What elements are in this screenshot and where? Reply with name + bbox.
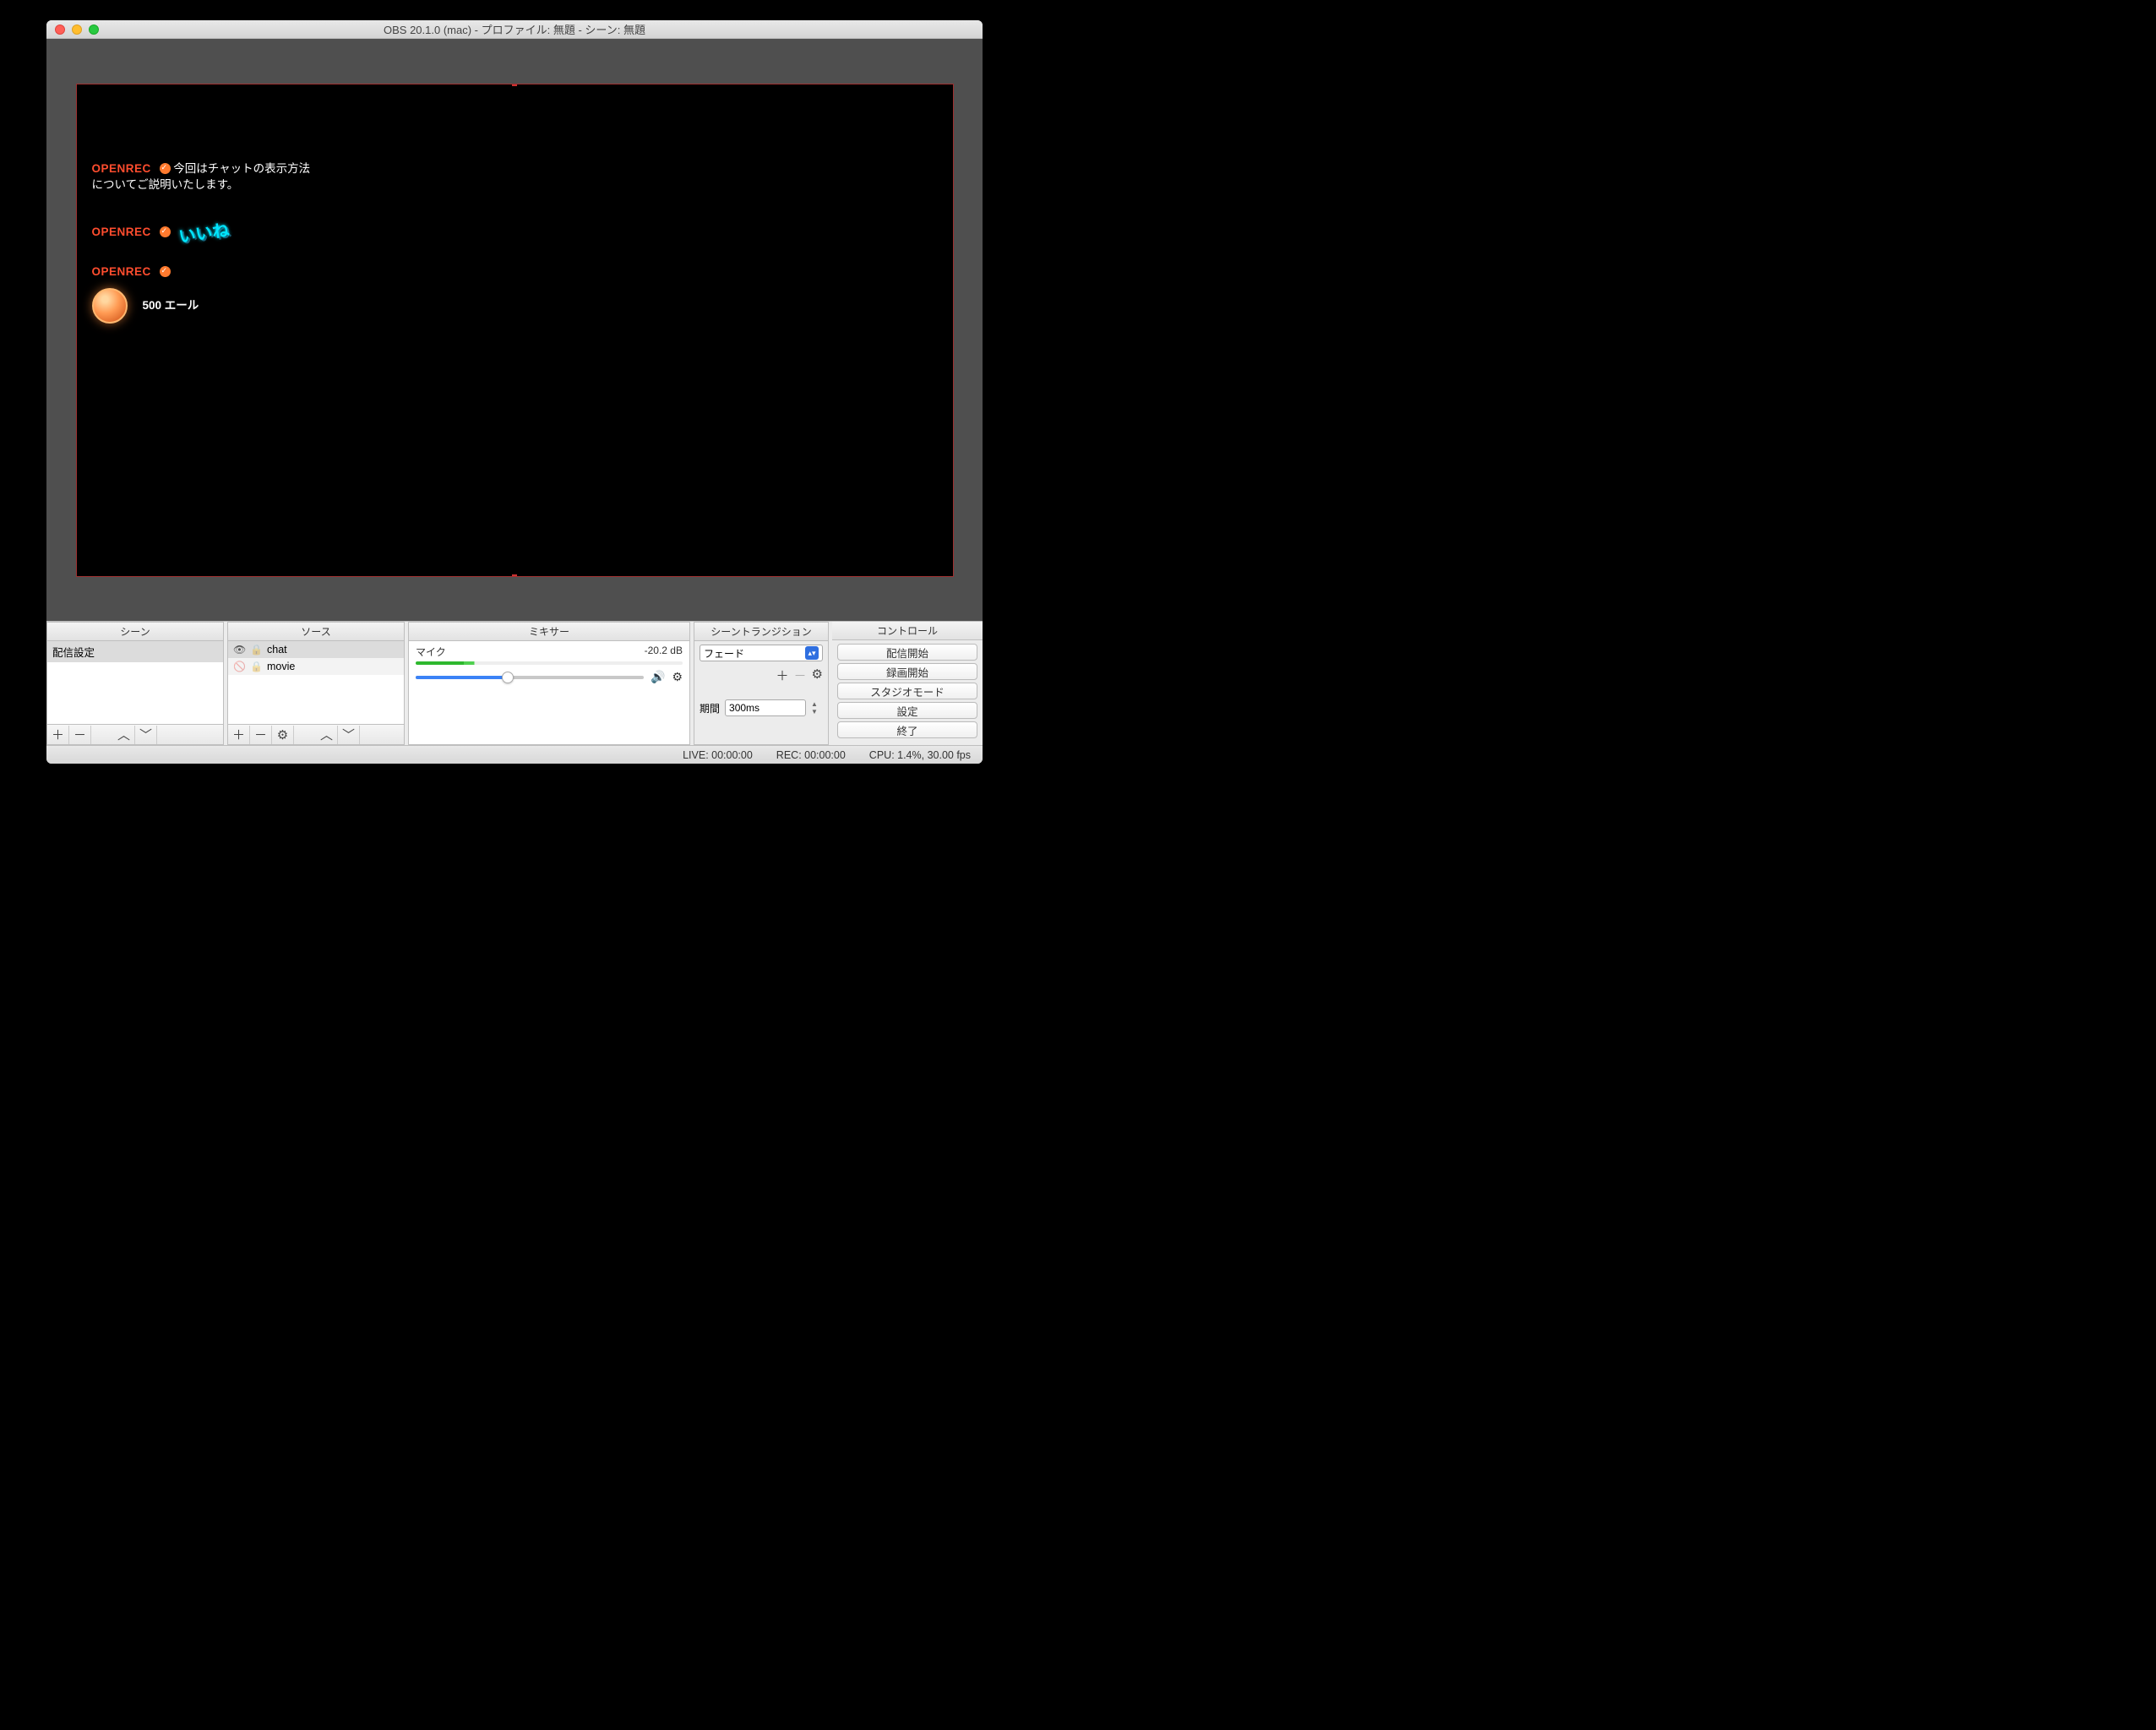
dock-panels: シーン 配信設定 ＋ － ︿ ﹀ ソース 👁 🔒 chat xyxy=(46,621,983,745)
chat-username: OPENREC xyxy=(92,162,151,175)
duration-value: 300ms xyxy=(729,702,760,714)
chat-username: OPENREC xyxy=(92,265,151,278)
controls-panel: コントロール 配信開始 録画開始 スタジオモード 設定 終了 xyxy=(832,622,983,745)
remove-transition-button[interactable]: － xyxy=(794,666,807,684)
transition-selected: フェード xyxy=(704,646,744,661)
source-properties-button[interactable]: ⚙ xyxy=(272,726,294,744)
scenes-list[interactable]: 配信設定 xyxy=(47,641,223,724)
scenes-panel: シーン 配信設定 ＋ － ︿ ﹀ xyxy=(46,622,224,745)
yell-amount: 500 エール xyxy=(143,297,199,314)
remove-source-button[interactable]: － xyxy=(250,726,272,744)
move-scene-down-button[interactable]: ﹀ xyxy=(135,726,157,744)
transitions-panel: シーントランジション フェード ▴▾ ＋ － ⚙ 期間 300ms ▲▼ xyxy=(694,622,829,745)
lock-icon[interactable]: 🔒 xyxy=(250,644,262,656)
chat-message: OPENREC いいね xyxy=(92,214,312,243)
sources-panel: ソース 👁 🔒 chat 🚫 🔒 movie ＋ － ⚙ ︿ xyxy=(227,622,405,745)
add-scene-button[interactable]: ＋ xyxy=(47,726,69,744)
window-title: OBS 20.1.0 (mac) - プロファイル: 無題 - シーン: 無題 xyxy=(46,21,983,37)
scene-item[interactable]: 配信設定 xyxy=(47,641,223,662)
verified-icon xyxy=(160,266,171,277)
titlebar: OBS 20.1.0 (mac) - プロファイル: 無題 - シーン: 無題 xyxy=(46,20,983,39)
add-source-button[interactable]: ＋ xyxy=(228,726,250,744)
duration-stepper[interactable]: ▲▼ xyxy=(811,700,823,715)
mixer-channel-db: -20.2 dB xyxy=(645,645,683,659)
status-rec: REC: 00:00:00 xyxy=(776,749,846,761)
mute-icon[interactable]: 🔊 xyxy=(651,670,665,684)
verified-icon xyxy=(160,163,171,174)
duration-input[interactable]: 300ms xyxy=(725,699,806,716)
status-live: LIVE: 00:00:00 xyxy=(683,749,753,761)
status-cpu: CPU: 1.4%, 30.00 fps xyxy=(869,749,971,761)
add-transition-button[interactable]: ＋ xyxy=(776,666,789,684)
chat-message: OPENREC 今回はチャットの表示方法についてご説明いたします。 xyxy=(92,160,312,193)
move-scene-up-button[interactable]: ︿ xyxy=(113,726,135,744)
volume-slider[interactable] xyxy=(416,676,644,679)
yell-coin-icon xyxy=(92,288,128,324)
mixer-panel: ミキサー マイク -20.2 dB 🔊 ⚙ xyxy=(408,622,690,745)
sources-list[interactable]: 👁 🔒 chat 🚫 🔒 movie xyxy=(228,641,404,724)
panel-title: ソース xyxy=(228,623,404,641)
status-bar: LIVE: 00:00:00 REC: 00:00:00 CPU: 1.4%, … xyxy=(46,745,983,764)
audio-settings-icon[interactable]: ⚙ xyxy=(672,670,683,684)
settings-button[interactable]: 設定 xyxy=(837,702,977,719)
panel-title: コントロール xyxy=(832,622,983,640)
exit-button[interactable]: 終了 xyxy=(837,721,977,738)
chat-username: OPENREC xyxy=(92,226,151,238)
duration-label: 期間 xyxy=(700,701,720,715)
source-item[interactable]: 👁 🔒 chat xyxy=(228,641,404,658)
studio-mode-button[interactable]: スタジオモード xyxy=(837,683,977,699)
chat-overlay-source[interactable]: OPENREC 今回はチャットの表示方法についてご説明いたします。 OPENRE… xyxy=(92,160,312,345)
visibility-icon[interactable]: 👁 xyxy=(233,644,245,656)
verified-icon xyxy=(160,226,171,237)
scene-name: 配信設定 xyxy=(52,644,95,660)
preview-area: OPENREC 今回はチャットの表示方法についてご説明いたします。 OPENRE… xyxy=(46,39,983,621)
panel-title: ミキサー xyxy=(409,623,689,641)
remove-scene-button[interactable]: － xyxy=(69,726,91,744)
panel-title: シーン xyxy=(47,623,223,641)
preview-canvas[interactable]: OPENREC 今回はチャットの表示方法についてご説明いたします。 OPENRE… xyxy=(76,84,954,577)
source-name: chat xyxy=(267,644,287,656)
transition-select[interactable]: フェード ▴▾ xyxy=(700,645,823,661)
stamp-iine: いいね xyxy=(177,219,231,250)
select-arrow-icon: ▴▾ xyxy=(805,646,819,660)
move-source-down-button[interactable]: ﹀ xyxy=(338,726,360,744)
panel-title: シーントランジション xyxy=(694,623,828,641)
start-streaming-button[interactable]: 配信開始 xyxy=(837,644,977,661)
mixer-channel-name: マイク xyxy=(416,645,446,659)
obs-window: OBS 20.1.0 (mac) - プロファイル: 無題 - シーン: 無題 … xyxy=(46,20,983,764)
move-source-up-button[interactable]: ︿ xyxy=(316,726,338,744)
source-item[interactable]: 🚫 🔒 movie xyxy=(228,658,404,675)
start-recording-button[interactable]: 録画開始 xyxy=(837,663,977,680)
source-name: movie xyxy=(267,661,295,672)
visibility-off-icon[interactable]: 🚫 xyxy=(233,661,245,672)
chat-message: OPENREC 500 エール xyxy=(92,264,312,324)
lock-icon[interactable]: 🔒 xyxy=(250,661,262,672)
transition-properties-button[interactable]: ⚙ xyxy=(812,666,823,684)
audio-meter xyxy=(416,661,683,665)
